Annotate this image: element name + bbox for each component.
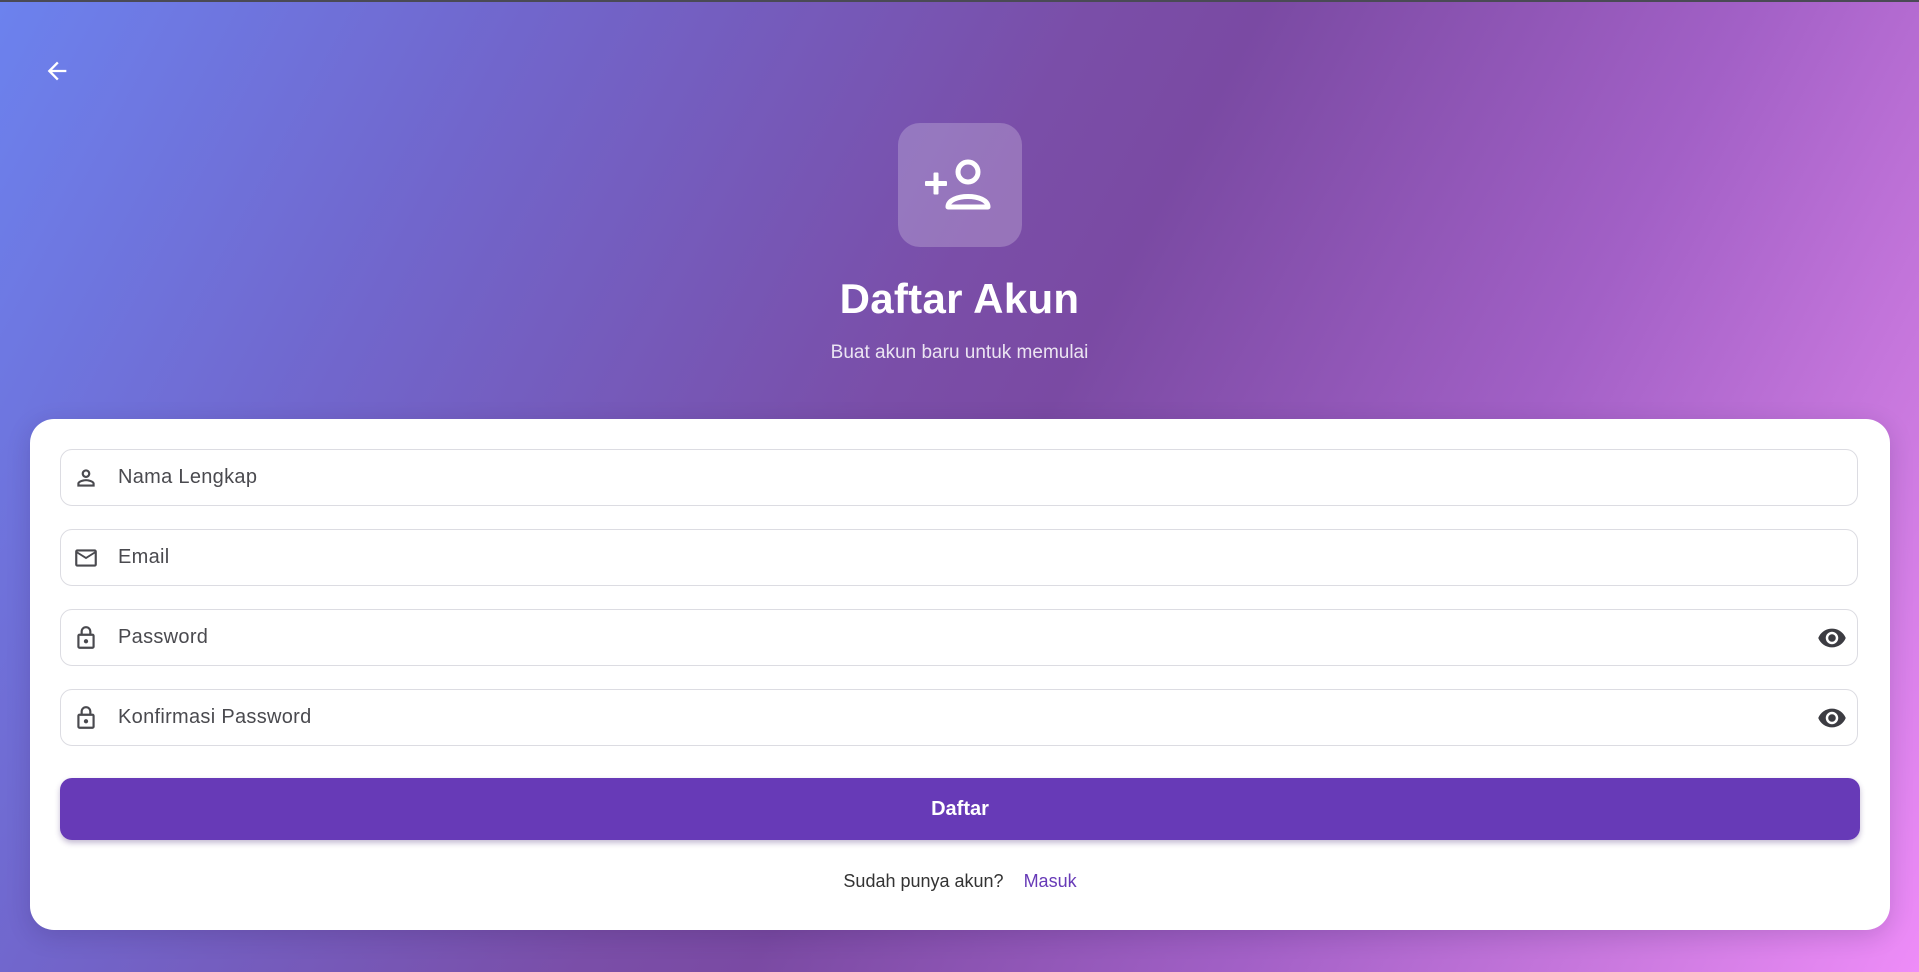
eye-icon[interactable] [1817, 623, 1847, 653]
mail-icon [73, 545, 99, 571]
page-subtitle: Buat akun baru untuk memulai [830, 342, 1089, 363]
person-add-icon [925, 159, 991, 210]
header-icon-container [898, 123, 1022, 247]
header: Daftar Akun Buat akun baru untuk memulai [0, 0, 1919, 400]
lock-icon [73, 705, 99, 731]
full-name-field[interactable] [60, 449, 1858, 506]
login-link[interactable]: Masuk [1024, 871, 1077, 892]
register-form-card: Daftar Sudah punya akun? Masuk [30, 419, 1890, 930]
person-icon [73, 465, 99, 491]
confirm-password-input[interactable] [116, 689, 1817, 746]
confirm-password-field[interactable] [60, 689, 1858, 746]
lock-icon [73, 625, 99, 651]
login-prompt-text: Sudah punya akun? [843, 871, 1004, 891]
register-button[interactable]: Daftar [60, 778, 1860, 840]
login-prompt-row: Sudah punya akun? Masuk [30, 871, 1890, 892]
email-field[interactable] [60, 529, 1858, 586]
email-input[interactable] [116, 529, 1857, 586]
password-input[interactable] [116, 609, 1817, 666]
full-name-input[interactable] [116, 449, 1857, 506]
password-field[interactable] [60, 609, 1858, 666]
eye-icon[interactable] [1817, 703, 1847, 733]
page-title: Daftar Akun [839, 275, 1080, 322]
